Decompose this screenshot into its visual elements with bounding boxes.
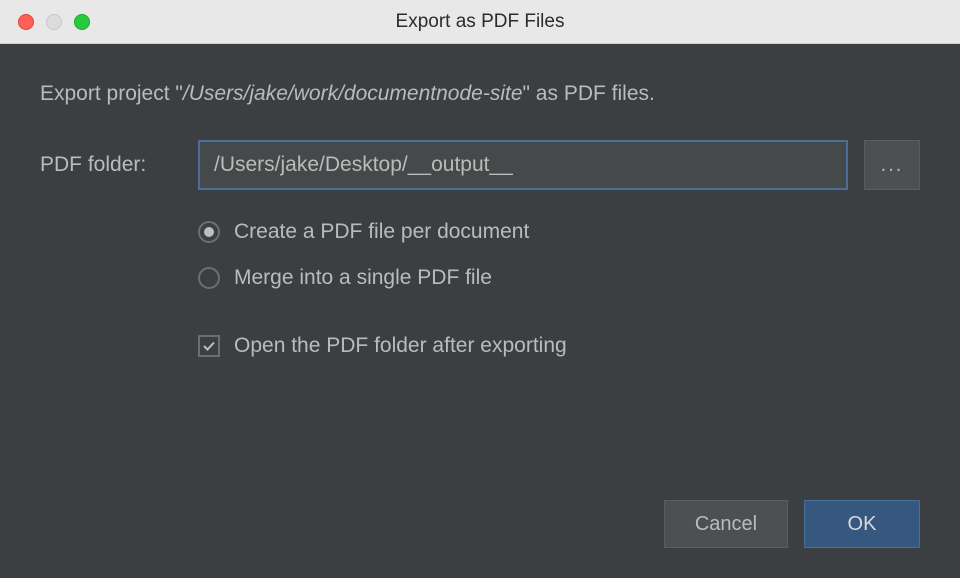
pdf-folder-row: PDF folder: ...	[40, 140, 920, 190]
project-path: /Users/jake/work/documentnode-site	[183, 82, 523, 105]
zoom-window-button[interactable]	[74, 14, 90, 30]
ok-button[interactable]: OK	[804, 500, 920, 548]
minimize-window-button	[46, 14, 62, 30]
radio-per-document[interactable]: Create a PDF file per document	[198, 220, 920, 244]
dialog-content: Export project "/Users/jake/work/documen…	[0, 44, 960, 578]
cancel-button[interactable]: Cancel	[664, 500, 788, 548]
check-icon	[202, 339, 216, 353]
window-title: Export as PDF Files	[0, 11, 960, 33]
radio-merge-label: Merge into a single PDF file	[234, 266, 492, 290]
checkbox-open-folder-label: Open the PDF folder after exporting	[234, 334, 567, 358]
radio-per-document-label: Create a PDF file per document	[234, 220, 529, 244]
description-text: Export project "/Users/jake/work/documen…	[40, 82, 920, 106]
pdf-folder-label: PDF folder:	[40, 153, 182, 177]
description-suffix: " as PDF files.	[523, 82, 655, 105]
dialog-footer: Cancel OK	[664, 500, 920, 548]
radio-icon	[198, 267, 220, 289]
checkbox-open-folder[interactable]: Open the PDF folder after exporting	[198, 334, 920, 358]
window-controls	[18, 14, 90, 30]
dialog-window: Export as PDF Files Export project "/Use…	[0, 0, 960, 578]
export-options: Create a PDF file per document Merge int…	[198, 220, 920, 358]
checkbox-icon	[198, 335, 220, 357]
radio-merge[interactable]: Merge into a single PDF file	[198, 266, 920, 290]
browse-folder-button[interactable]: ...	[864, 140, 920, 190]
description-prefix: Export project "	[40, 82, 183, 105]
titlebar: Export as PDF Files	[0, 0, 960, 44]
radio-icon	[198, 221, 220, 243]
close-window-button[interactable]	[18, 14, 34, 30]
pdf-folder-input[interactable]	[198, 140, 848, 190]
